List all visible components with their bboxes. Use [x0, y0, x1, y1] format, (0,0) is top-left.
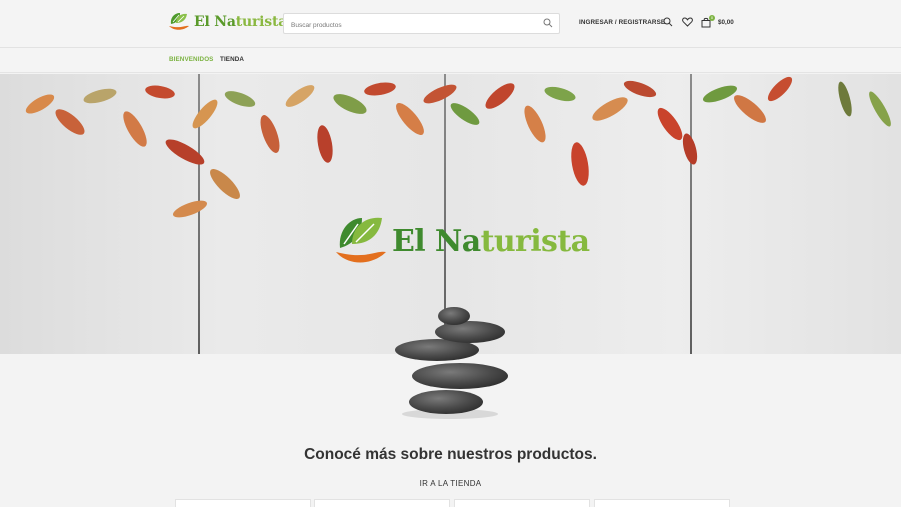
login-register-link[interactable]: INGRESAR / REGISTRARSE — [579, 19, 665, 26]
leaf-logo-icon — [169, 13, 189, 30]
hero-logo-part1: El Na — [392, 223, 481, 259]
logo-text: El Naturista — [194, 14, 287, 30]
hero-logo: El Naturista — [336, 212, 590, 270]
site-logo[interactable]: El Naturista — [168, 11, 287, 33]
search-input[interactable] — [284, 16, 524, 35]
search-icon[interactable] — [663, 17, 673, 27]
product-card[interactable] — [175, 499, 311, 507]
search-box — [283, 13, 560, 35]
heart-icon[interactable] — [682, 17, 693, 27]
site-header: El Naturista INGRESAR / REGISTRARSE 0 $0… — [0, 0, 901, 48]
cart-total[interactable]: $0,00 — [718, 19, 734, 26]
section-headline: Conocé más sobre nuestros productos. — [304, 446, 597, 463]
cart-count-badge: 0 — [709, 15, 715, 21]
product-card[interactable] — [454, 499, 590, 507]
nav-item-bienvenidos[interactable]: BIENVENIDOS — [169, 56, 214, 63]
go-to-shop-link[interactable]: IR A LA TIENDA — [0, 479, 901, 488]
product-card[interactable] — [594, 499, 730, 507]
leaf-logo-icon — [336, 217, 386, 263]
logo-text-part2: turista — [235, 14, 288, 30]
product-card[interactable] — [314, 499, 450, 507]
main-nav: BIENVENIDOS TIENDA — [0, 48, 901, 73]
logo-text-part1: El Na — [194, 14, 236, 30]
zen-stones-image — [395, 307, 508, 419]
page: El Naturista INGRESAR / REGISTRARSE 0 $0… — [0, 0, 901, 507]
search-icon[interactable] — [543, 18, 553, 28]
hero-logo-text: El Naturista — [392, 223, 590, 259]
nav-item-tienda[interactable]: TIENDA — [220, 56, 244, 63]
hero-logo-part2: turista — [480, 223, 590, 259]
